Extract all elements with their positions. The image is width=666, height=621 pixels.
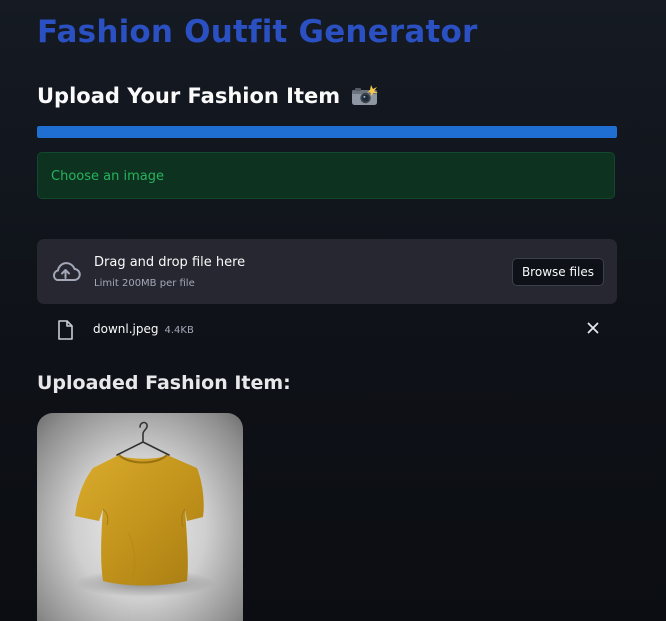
progress-bar-fill — [37, 126, 617, 138]
tshirt-image — [75, 421, 215, 597]
file-icon — [58, 320, 73, 340]
browse-files-button[interactable]: Browse files — [511, 258, 604, 286]
remove-file-icon[interactable] — [585, 320, 601, 336]
progress-bar — [37, 126, 617, 138]
file-name-text: downl.jpeg — [93, 322, 159, 336]
camera-with-flash-icon — [352, 85, 379, 105]
uploaded-file-row: downl.jpeg 4.4KB — [37, 314, 617, 344]
info-alert-text: Choose an image — [51, 169, 164, 184]
dropzone-title: Drag and drop file here — [94, 255, 246, 270]
dropzone-limit: Limit 200MB per file — [94, 278, 195, 289]
file-size: 4.4KB — [164, 325, 194, 336]
cloud-upload-icon — [52, 262, 81, 281]
page-title: Fashion Outfit Generator — [37, 14, 478, 50]
upload-heading: Upload Your Fashion Item — [37, 84, 379, 108]
info-alert: Choose an image — [37, 152, 615, 199]
uploaded-image — [37, 413, 243, 621]
upload-heading-text: Upload Your Fashion Item — [37, 84, 341, 108]
file-name: downl.jpeg 4.4KB — [93, 322, 194, 336]
uploaded-item-heading: Uploaded Fashion Item: — [37, 372, 291, 394]
file-dropzone[interactable]: Drag and drop file here Limit 200MB per … — [37, 239, 617, 304]
